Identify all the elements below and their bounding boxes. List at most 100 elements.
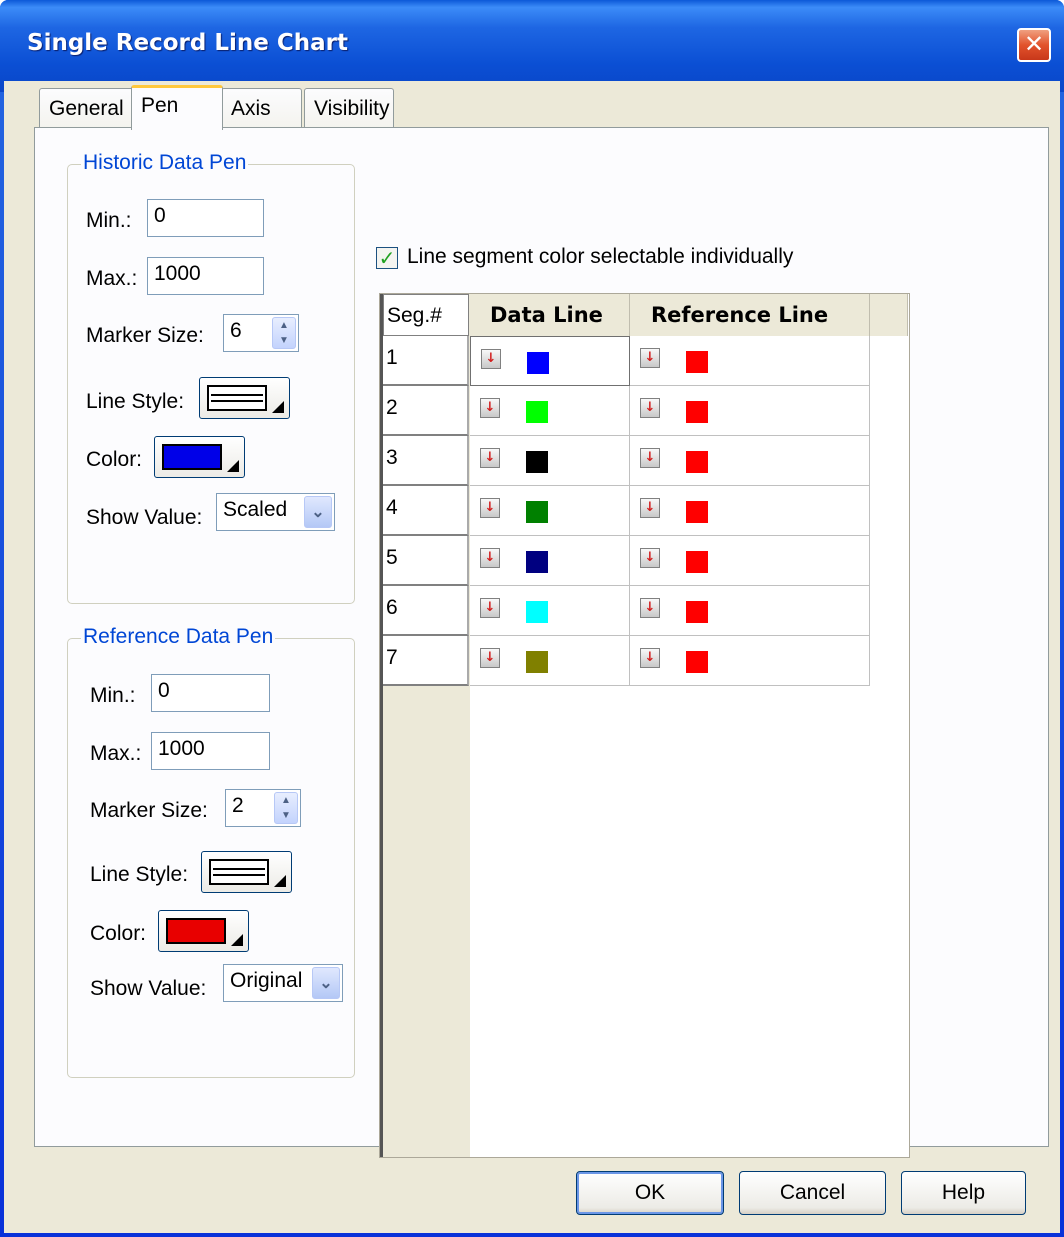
color-swatch	[686, 501, 708, 523]
reference-min-field[interactable]: 0	[151, 674, 270, 712]
data-line-color-cell[interactable]: ↓	[470, 636, 630, 686]
color-swatch	[686, 351, 708, 373]
historic-min-field[interactable]: 0	[147, 199, 264, 237]
historic-show-value-label: Show Value:	[86, 506, 203, 529]
dialog-client-area: General Pen Axis Visibility Historic Dat…	[4, 81, 1060, 1233]
dropdown-triangle-icon	[274, 875, 286, 887]
color-swatch	[162, 444, 222, 470]
row-header-seg[interactable]: 1	[383, 336, 469, 386]
chevron-down-icon[interactable]: ⌄	[312, 967, 340, 999]
reference-group-legend: Reference Data Pen	[81, 625, 276, 649]
color-swatch	[526, 601, 548, 623]
color-swatch	[526, 451, 548, 473]
down-arrow-icon[interactable]: ↓	[640, 548, 660, 568]
data-line-color-cell[interactable]: ↓	[470, 486, 630, 536]
historic-show-value-selected: Scaled	[223, 498, 288, 521]
down-arrow-icon[interactable]: ↓	[481, 349, 501, 369]
cancel-button[interactable]: Cancel	[739, 1171, 886, 1215]
down-arrow-icon[interactable]: ↓	[480, 548, 500, 568]
reference-line-color-cell[interactable]: ↓	[630, 336, 870, 386]
row-header-seg[interactable]: 3	[383, 436, 469, 486]
row-header-seg[interactable]: 4	[383, 486, 469, 536]
historic-max-field[interactable]: 1000	[147, 257, 264, 295]
reference-show-value-selected: Original	[230, 969, 303, 992]
reference-color-picker[interactable]	[158, 910, 249, 952]
down-arrow-icon[interactable]: ↓	[640, 498, 660, 518]
spinner-arrows-icon[interactable]: ▲ ▼	[272, 317, 296, 349]
down-arrow-icon[interactable]: ↓	[480, 448, 500, 468]
reference-max-field[interactable]: 1000	[151, 732, 270, 770]
historic-group-legend: Historic Data Pen	[81, 151, 249, 175]
tab-pen[interactable]: Pen	[131, 85, 223, 130]
color-swatch	[526, 401, 548, 423]
data-line-color-cell[interactable]: ↓	[470, 436, 630, 486]
historic-line-style-label: Line Style:	[86, 390, 185, 413]
down-arrow-icon[interactable]: ↓	[640, 648, 660, 668]
down-arrow-icon[interactable]: ↓	[640, 398, 660, 418]
tab-visibility[interactable]: Visibility	[304, 88, 394, 128]
data-line-color-cell[interactable]: ↓	[470, 336, 630, 386]
column-header-reference-line[interactable]: Reference Line	[630, 294, 870, 336]
chevron-down-icon[interactable]: ⌄	[304, 496, 332, 528]
column-header-seg[interactable]: Seg.#	[383, 294, 469, 336]
reference-marker-size-stepper[interactable]: 2 ▲ ▼	[225, 789, 301, 827]
historic-max-label: Max.:	[86, 267, 138, 290]
reference-marker-size-value: 2	[232, 794, 244, 817]
data-line-color-cell[interactable]: ↓	[470, 386, 630, 436]
reference-show-value-label: Show Value:	[90, 977, 207, 1000]
reference-line-color-cell[interactable]: ↓	[630, 636, 870, 686]
reference-color-label: Color:	[90, 922, 147, 945]
tab-axis[interactable]: Axis	[221, 88, 302, 128]
reference-show-value-select[interactable]: Original ⌄	[223, 964, 343, 1002]
ok-button[interactable]: OK	[576, 1171, 724, 1215]
reference-max-label: Max.:	[90, 742, 142, 765]
data-line-color-cell[interactable]: ↓	[470, 536, 630, 586]
down-arrow-icon[interactable]: ↓	[480, 498, 500, 518]
reference-line-style-picker[interactable]	[201, 851, 292, 893]
reference-line-color-cell[interactable]: ↓	[630, 536, 870, 586]
dropdown-triangle-icon	[231, 934, 243, 946]
down-arrow-icon[interactable]: ↓	[480, 398, 500, 418]
row-header-seg[interactable]: 6	[383, 586, 469, 636]
historic-show-value-select[interactable]: Scaled ⌄	[216, 493, 335, 531]
reference-line-color-cell[interactable]: ↓	[630, 436, 870, 486]
column-header-data-line[interactable]: Data Line	[470, 294, 630, 336]
segment-color-checkbox-label: Line segment color selectable individual…	[407, 245, 794, 268]
color-swatch	[686, 551, 708, 573]
dropdown-triangle-icon	[227, 460, 239, 472]
historic-data-pen-group: Historic Data Pen Min.: 0 Max.: 1000 Mar…	[67, 151, 355, 604]
close-icon[interactable]: ✕	[1017, 28, 1051, 62]
down-arrow-icon[interactable]: ↓	[640, 348, 660, 368]
spinner-arrows-icon[interactable]: ▲ ▼	[274, 792, 298, 824]
row-header-seg[interactable]: 7	[383, 636, 469, 686]
color-swatch	[686, 401, 708, 423]
historic-color-picker[interactable]	[154, 436, 245, 478]
color-swatch	[166, 918, 226, 944]
title-bar[interactable]: Single Record Line Chart ✕	[0, 0, 1064, 92]
tab-general[interactable]: General	[39, 88, 134, 128]
down-arrow-icon[interactable]: ↓	[480, 648, 500, 668]
down-arrow-icon[interactable]: ↓	[640, 598, 660, 618]
reference-line-color-cell[interactable]: ↓	[630, 386, 870, 436]
row-header-seg[interactable]: 2	[383, 386, 469, 436]
help-button[interactable]: Help	[901, 1171, 1026, 1215]
color-swatch	[526, 501, 548, 523]
segment-color-checkbox[interactable]: ✓	[376, 247, 398, 269]
down-arrow-icon[interactable]: ↓	[640, 448, 660, 468]
reference-line-color-cell[interactable]: ↓	[630, 486, 870, 536]
dialog-window: Single Record Line Chart ✕ General Pen A…	[0, 0, 1064, 1237]
checkmark-icon: ✓	[378, 246, 396, 270]
historic-marker-size-stepper[interactable]: 6 ▲ ▼	[223, 314, 299, 352]
color-swatch	[526, 551, 548, 573]
data-line-color-cell[interactable]: ↓	[470, 586, 630, 636]
color-swatch	[526, 651, 548, 673]
historic-marker-size-value: 6	[230, 319, 242, 342]
historic-line-style-picker[interactable]	[199, 377, 290, 419]
historic-min-label: Min.:	[86, 209, 132, 232]
reference-marker-size-label: Marker Size:	[90, 799, 208, 822]
down-arrow-icon[interactable]: ↓	[480, 598, 500, 618]
segment-color-grid[interactable]: Seg.# Data Line Reference Line 1 ↓ ↓ 2 ↓ ↓ 3 ↓ ↓…	[379, 293, 910, 1158]
row-header-seg[interactable]: 5	[383, 536, 469, 586]
historic-color-label: Color:	[86, 448, 143, 471]
reference-line-color-cell[interactable]: ↓	[630, 586, 870, 636]
